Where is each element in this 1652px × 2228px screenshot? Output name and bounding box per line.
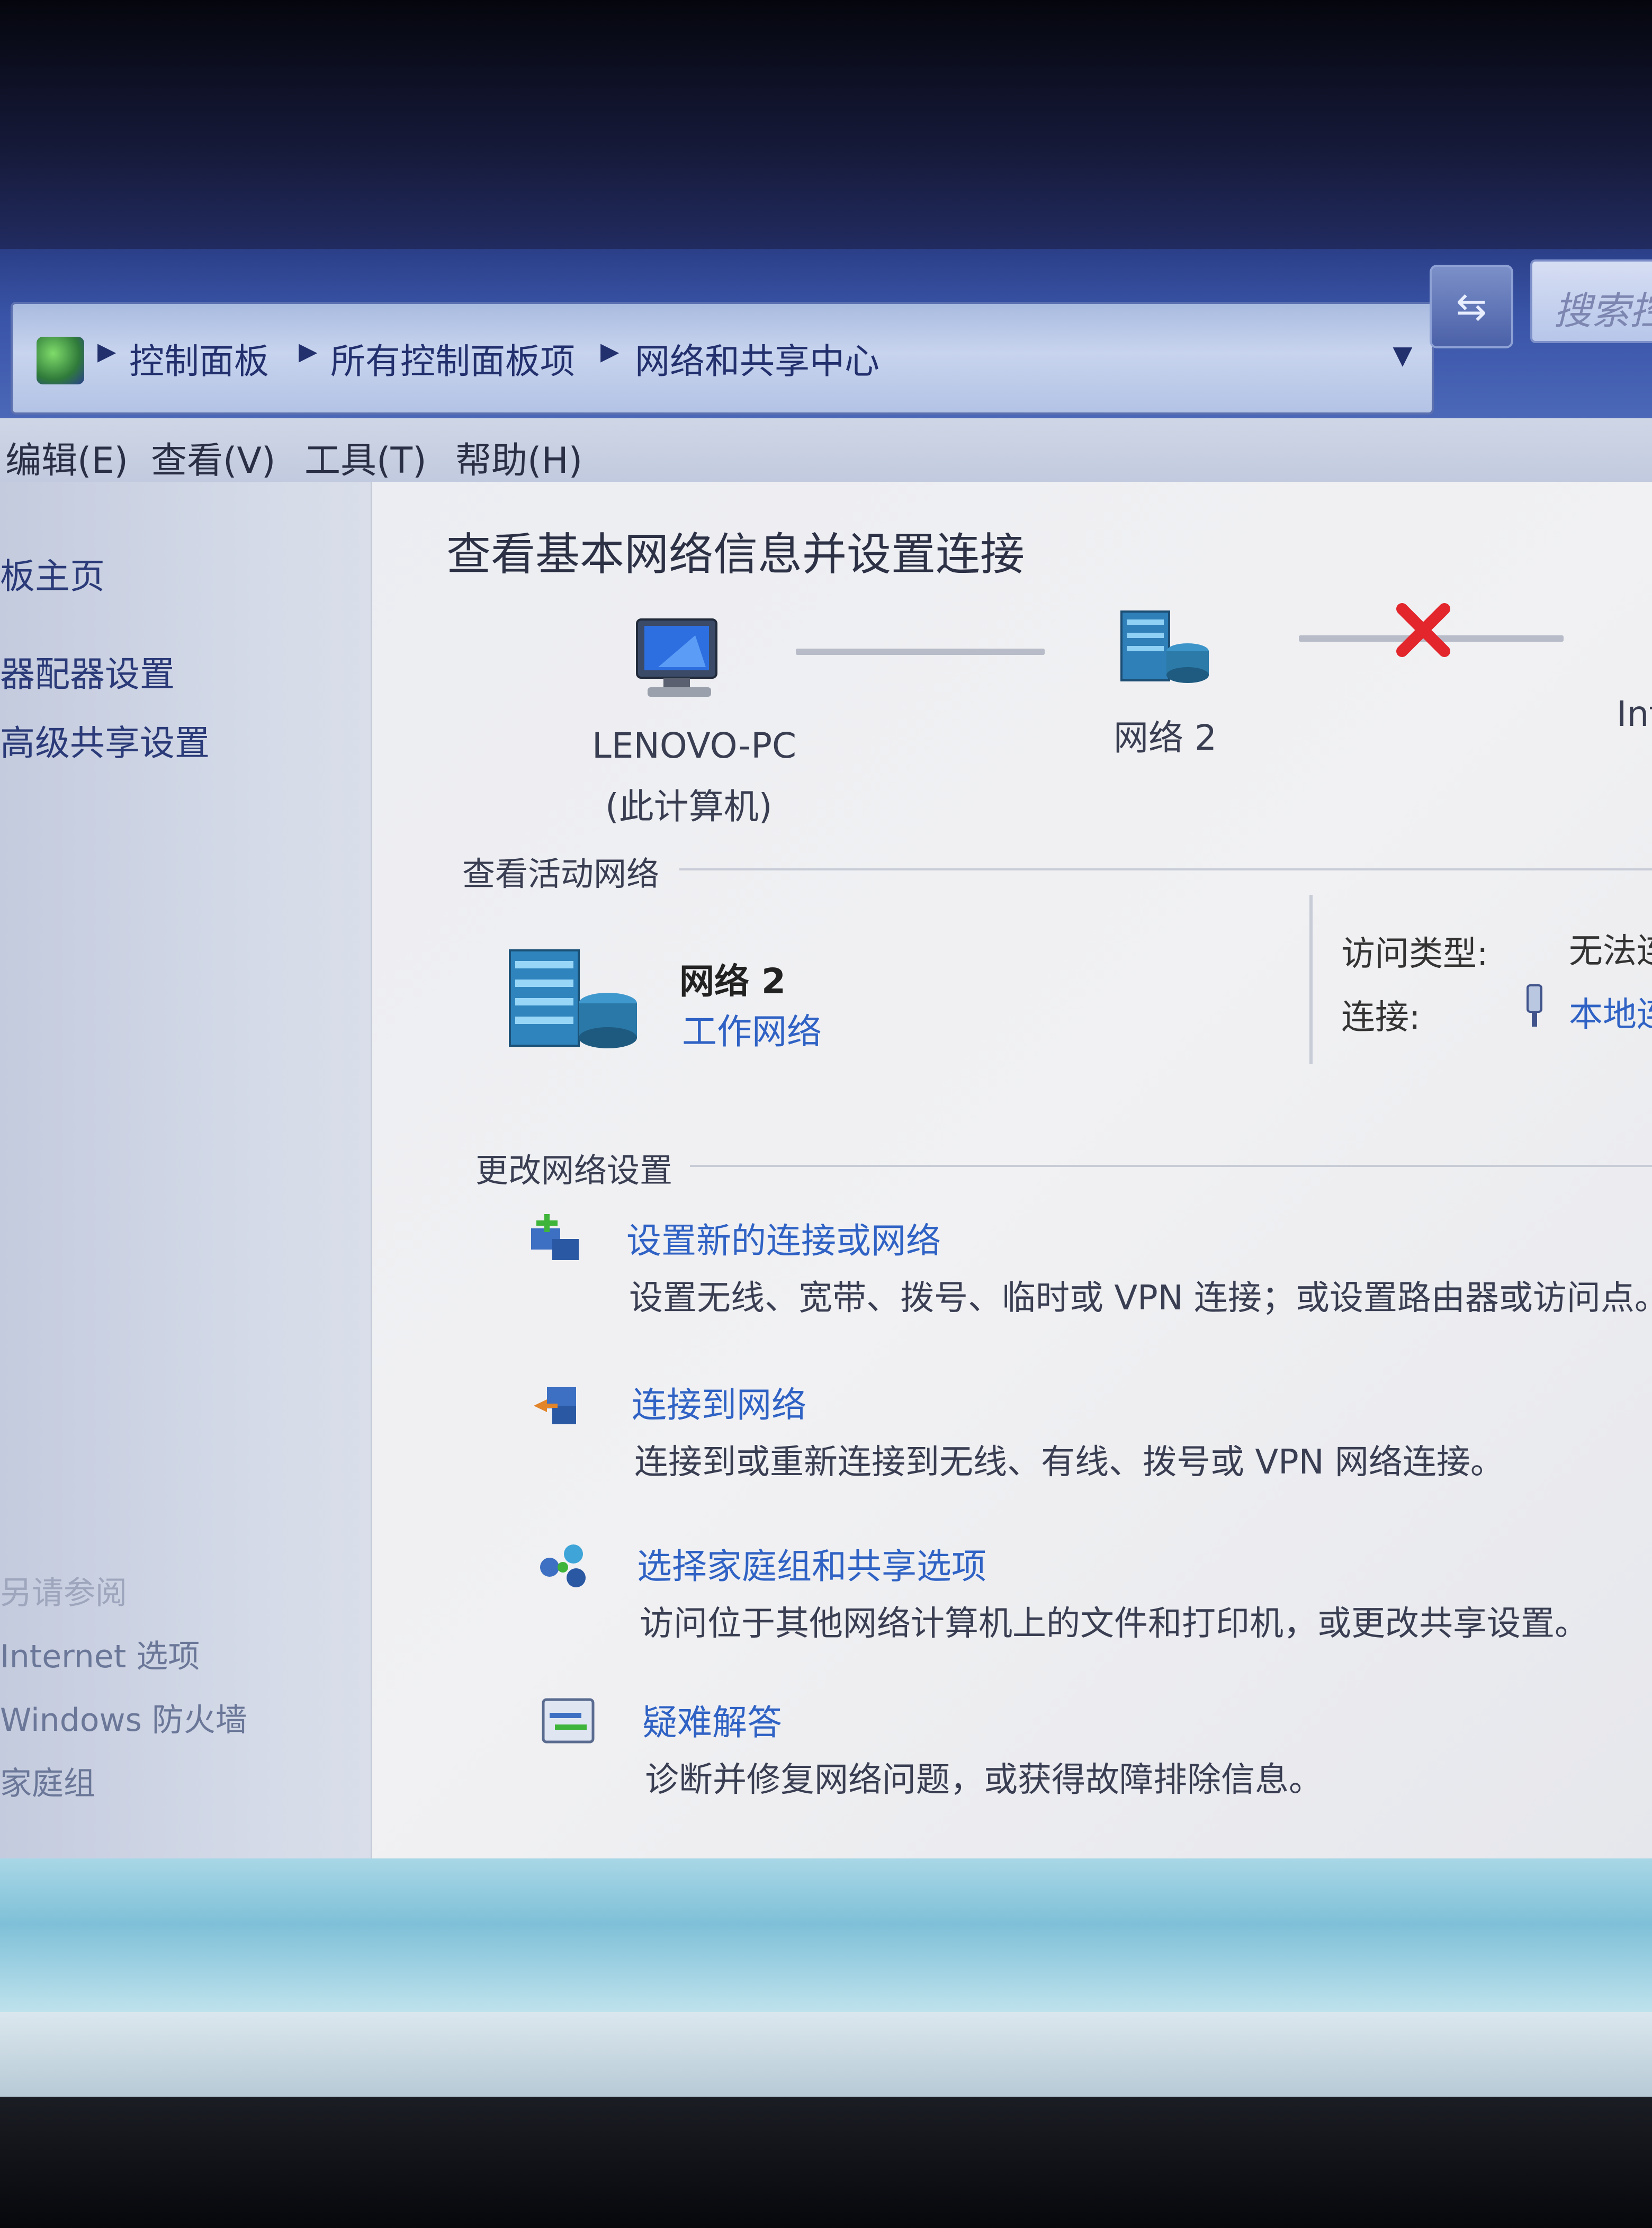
menu-bar: 编辑(E) 查看(V) 工具(T) 帮助(H) [0, 418, 1652, 482]
address-bar[interactable]: ▶ 控制面板 ▶ 所有控制面板项 ▶ 网络和共享中心 ▼ [11, 302, 1434, 415]
connection-label: 连接: [1341, 998, 1421, 1037]
active-networks-header: 查看活动网络 [462, 855, 660, 893]
monitor-bezel-bottom [0, 2097, 1652, 2228]
error-x-icon [1396, 603, 1450, 657]
active-network-name: 网络 2 [679, 961, 786, 1002]
task-troubleshoot[interactable]: 疑难解答 [642, 1694, 782, 1745]
section-divider [679, 868, 1652, 870]
access-type-value: 无法连 [1569, 932, 1652, 971]
menu-tools[interactable]: 工具(T) [304, 431, 427, 483]
task-setup-connection-desc: 设置无线、宽带、拨号、临时或 VPN 连接；或设置路由器或访问点。 [629, 1279, 1652, 1318]
task-connect-network-desc: 连接到或重新连接到无线、有线、拨号或 VPN 网络连接。 [634, 1443, 1504, 1482]
connect-network-icon[interactable] [531, 1377, 589, 1435]
menu-edit[interactable]: 编辑(E) [5, 431, 128, 483]
refresh-icon: ⇆ [1456, 285, 1487, 328]
breadcrumb-network-center[interactable]: 网络和共享中心 [635, 333, 879, 384]
chevron-right-icon: ▶ [97, 337, 116, 365]
monitor-bezel-top [0, 0, 1652, 275]
search-placeholder: 搜索控 [1554, 289, 1652, 333]
network-icon[interactable] [1114, 601, 1214, 691]
main-content: 查看基本网络信息并设置连接 LENOVO-PC (此计算机) 网络 2 Int … [371, 482, 1652, 1858]
change-settings-header: 更改网络设置 [475, 1151, 673, 1190]
menu-view[interactable]: 查看(V) [151, 431, 276, 483]
computer-icon[interactable] [626, 614, 727, 704]
new-connection-icon[interactable] [526, 1212, 584, 1271]
section-divider [690, 1165, 1652, 1167]
task-homegroup-desc: 访问位于其他网络计算机上的文件和打印机，或更改共享设置。 [640, 1604, 1588, 1643]
computer-subtitle: (此计算机) [605, 786, 773, 827]
chevron-right-icon: ▶ [299, 337, 318, 365]
troubleshoot-icon[interactable] [539, 1692, 597, 1750]
network-type-link[interactable]: 工作网络 [682, 1003, 822, 1054]
task-homegroup[interactable]: 选择家庭组和共享选项 [637, 1538, 986, 1589]
map-network-name: 网络 2 [1114, 717, 1217, 758]
chevron-down-icon[interactable]: ▼ [1384, 331, 1421, 379]
access-type-label: 访问类型: [1341, 935, 1488, 974]
sidebar-link-firewall[interactable]: Windows 防火墙 [0, 1694, 247, 1740]
menu-help[interactable]: 帮助(H) [455, 431, 582, 483]
sidebar: 板主页 器配器设置 高级共享设置 另请参阅 Internet 选项 Window… [0, 482, 392, 1858]
see-also-heading: 另请参阅 [0, 1575, 127, 1612]
sidebar-link-advanced-sharing[interactable]: 高级共享设置 [0, 715, 210, 766]
internet-label: Int [1617, 694, 1652, 734]
control-panel-icon [37, 337, 84, 384]
connection-line [796, 649, 1045, 655]
taskbar [0, 2012, 1652, 2097]
task-troubleshoot-desc: 诊断并修复网络问题，或获得故障排除信息。 [645, 1760, 1323, 1800]
sidebar-link-internet-options[interactable]: Internet 选项 [0, 1631, 200, 1677]
task-setup-connection[interactable]: 设置新的连接或网络 [626, 1212, 941, 1263]
homegroup-icon[interactable] [534, 1535, 592, 1594]
refresh-button[interactable]: ⇆ [1430, 265, 1513, 348]
breadcrumb-control-panel[interactable]: 控制面板 [129, 333, 269, 384]
desktop-background [0, 1858, 1652, 2023]
chevron-right-icon: ▶ [600, 337, 620, 365]
breadcrumb-all-items[interactable]: 所有控制面板项 [330, 333, 575, 384]
page-title: 查看基本网络信息并设置连接 [446, 528, 1025, 580]
sidebar-link-home[interactable]: 板主页 [0, 548, 105, 599]
vertical-divider [1309, 895, 1313, 1064]
task-connect-network[interactable]: 连接到网络 [632, 1377, 806, 1427]
search-input[interactable]: 搜索控 [1530, 259, 1652, 343]
connection-link[interactable]: 本地连 [1569, 987, 1652, 1036]
ethernet-icon [1527, 984, 1542, 1027]
sidebar-link-adapter[interactable]: 器配器设置 [0, 646, 175, 697]
sidebar-link-homegroup[interactable]: 家庭组 [0, 1758, 95, 1804]
computer-name: LENOVO-PC [592, 725, 797, 766]
work-network-icon[interactable] [505, 942, 642, 1054]
